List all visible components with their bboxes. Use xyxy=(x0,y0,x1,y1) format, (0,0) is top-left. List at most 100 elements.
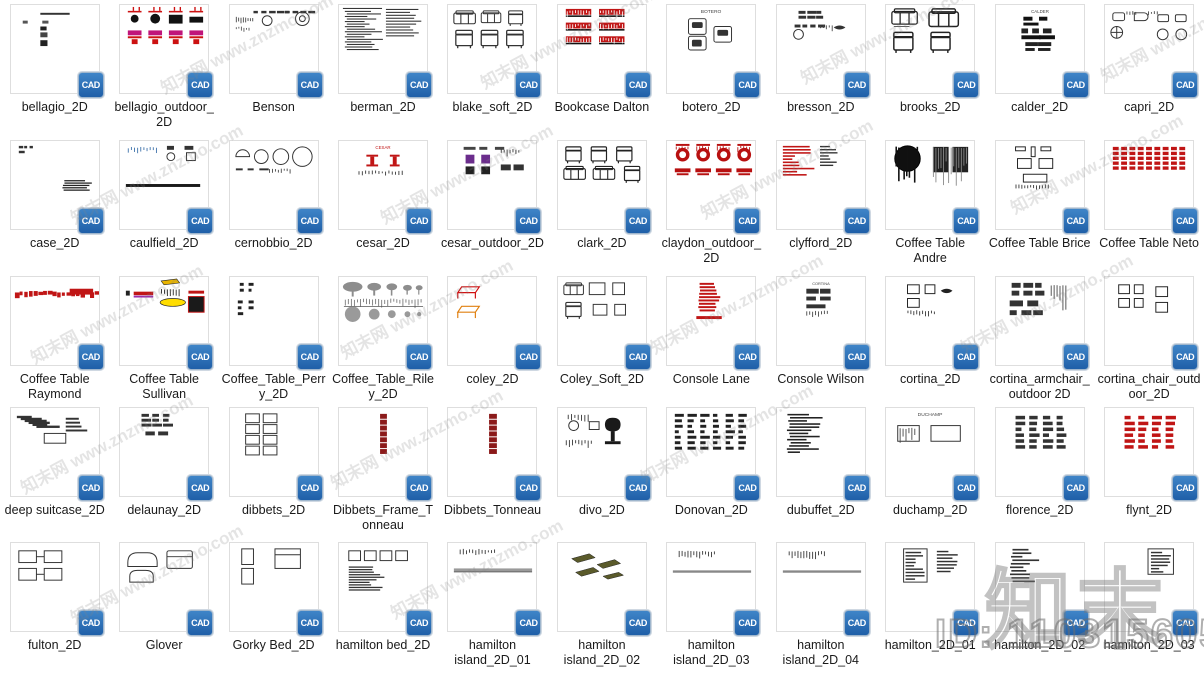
file-thumbnail[interactable]: CAD xyxy=(885,4,980,98)
file-thumbnail[interactable]: CAD xyxy=(447,276,542,370)
file-thumbnail[interactable]: CAD xyxy=(1104,407,1199,501)
file-thumbnail[interactable]: CAD xyxy=(556,140,651,234)
file-thumbnail[interactable]: DUCHAMP CAD xyxy=(885,407,980,501)
file-thumbnail[interactable]: CAD xyxy=(775,140,870,234)
file-item[interactable]: CALDER CAD calder_2D xyxy=(985,0,1094,136)
file-thumbnail[interactable]: CAD xyxy=(338,276,433,370)
file-item[interactable]: CAD cortina_chair_outdoor_2D xyxy=(1094,272,1203,403)
file-item[interactable]: CAD Coffee Table Brice xyxy=(985,136,1094,272)
file-item[interactable]: CAD coley_2D xyxy=(438,272,547,403)
file-item[interactable]: CORTINA CAD Console Wilson xyxy=(766,272,875,403)
file-item[interactable]: CAD Benson xyxy=(219,0,328,136)
file-item[interactable]: CAD brooks_2D xyxy=(876,0,985,136)
file-thumbnail[interactable]: CAD xyxy=(556,407,651,501)
file-item[interactable]: CAD dibbets_2D xyxy=(219,403,328,538)
file-thumbnail[interactable]: CAD xyxy=(338,4,433,98)
file-item[interactable]: CAD bresson_2D xyxy=(766,0,875,136)
file-item[interactable]: CAD Coffee Table Andre xyxy=(876,136,985,272)
file-item[interactable]: CAD Gorky Bed_2D xyxy=(219,538,328,675)
file-thumbnail[interactable]: CAD xyxy=(228,140,323,234)
file-thumbnail[interactable]: CAD xyxy=(666,542,761,636)
file-item[interactable]: CAD Coley_Soft_2D xyxy=(547,272,656,403)
file-thumbnail[interactable]: CAD xyxy=(1104,140,1199,234)
file-thumbnail[interactable]: CAD xyxy=(994,140,1089,234)
file-thumbnail[interactable]: CAD xyxy=(228,407,323,501)
file-item[interactable]: CAD Bookcase Dalton xyxy=(547,0,656,136)
file-item[interactable]: CAD cesar_outdoor_2D xyxy=(438,136,547,272)
file-item[interactable]: CAD Coffee Table Raymond xyxy=(0,272,109,403)
file-thumbnail[interactable]: CAD xyxy=(228,4,323,98)
file-item[interactable]: CAD hamilton_2D_02 xyxy=(985,538,1094,675)
file-item[interactable]: CAD Coffee_Table_Perry_2D xyxy=(219,272,328,403)
file-thumbnail[interactable]: CAD xyxy=(228,542,323,636)
file-thumbnail[interactable]: CALDER CAD xyxy=(994,4,1089,98)
file-thumbnail[interactable]: CAD xyxy=(885,542,980,636)
file-thumbnail[interactable]: CAD xyxy=(9,4,104,98)
file-thumbnail[interactable]: CAD xyxy=(666,407,761,501)
file-item[interactable]: CAD capri_2D xyxy=(1094,0,1203,136)
file-thumbnail[interactable]: CAD xyxy=(447,407,542,501)
file-item[interactable]: CAD dubuffet_2D xyxy=(766,403,875,538)
file-item[interactable]: CAD blake_soft_2D xyxy=(438,0,547,136)
file-item[interactable]: CAD Dibbets_Frame_Tonneau xyxy=(328,403,437,538)
file-item[interactable]: CAD Coffee Table Neto xyxy=(1094,136,1203,272)
file-thumbnail[interactable]: CORTINA CAD xyxy=(775,276,870,370)
file-thumbnail[interactable]: CAD xyxy=(775,542,870,636)
file-item[interactable]: CAD bellagio_2D xyxy=(0,0,109,136)
file-item[interactable]: CAD florence_2D xyxy=(985,403,1094,538)
file-item[interactable]: CAD caulfield_2D xyxy=(109,136,218,272)
file-item[interactable]: CAD cortina_armchair_outdoor 2D xyxy=(985,272,1094,403)
file-thumbnail[interactable]: CAD xyxy=(1104,542,1199,636)
file-thumbnail[interactable]: CAD xyxy=(1104,4,1199,98)
file-item[interactable]: CAD fulton_2D xyxy=(0,538,109,675)
file-thumbnail[interactable]: CAD xyxy=(666,140,761,234)
file-thumbnail[interactable]: CAD xyxy=(119,4,214,98)
file-item[interactable]: CAD hamilton bed_2D xyxy=(328,538,437,675)
file-item[interactable]: DUCHAMP CAD duchamp_2D xyxy=(876,403,985,538)
file-thumbnail[interactable]: CESAR CAD xyxy=(338,140,433,234)
file-item[interactable]: CAD Coffee Table Sullivan xyxy=(109,272,218,403)
file-thumbnail[interactable]: CAD xyxy=(994,276,1089,370)
file-item[interactable]: CAD claydon_outdoor_2D xyxy=(657,136,766,272)
file-item[interactable]: CAD hamilton island_2D_02 xyxy=(547,538,656,675)
file-item[interactable]: CESAR CAD cesar_2D xyxy=(328,136,437,272)
file-item[interactable]: CAD Coffee_Table_Riley_2D xyxy=(328,272,437,403)
file-thumbnail[interactable]: CAD xyxy=(119,276,214,370)
file-thumbnail[interactable]: CAD xyxy=(338,542,433,636)
file-item[interactable]: CAD hamilton_2D_01 xyxy=(876,538,985,675)
file-item[interactable]: CAD divo_2D xyxy=(547,403,656,538)
file-thumbnail[interactable]: CAD xyxy=(447,140,542,234)
file-item[interactable]: CAD hamilton island_2D_03 xyxy=(657,538,766,675)
file-thumbnail[interactable]: CAD xyxy=(9,140,104,234)
file-item[interactable]: CAD Glover xyxy=(109,538,218,675)
file-item[interactable]: BOTERO CAD botero_2D xyxy=(657,0,766,136)
file-thumbnail[interactable]: CAD xyxy=(119,407,214,501)
file-item[interactable]: CAD hamilton island_2D_01 xyxy=(438,538,547,675)
file-thumbnail[interactable]: CAD xyxy=(666,276,761,370)
file-thumbnail[interactable]: CAD xyxy=(119,542,214,636)
file-thumbnail[interactable]: CAD xyxy=(9,542,104,636)
file-thumbnail[interactable]: CAD xyxy=(556,276,651,370)
file-item[interactable]: CAD clark_2D xyxy=(547,136,656,272)
file-thumbnail[interactable]: BOTERO CAD xyxy=(666,4,761,98)
file-thumbnail[interactable]: CAD xyxy=(885,276,980,370)
file-item[interactable]: CAD clyfford_2D xyxy=(766,136,875,272)
file-thumbnail[interactable]: CAD xyxy=(228,276,323,370)
file-thumbnail[interactable]: CAD xyxy=(885,140,980,234)
file-thumbnail[interactable]: CAD xyxy=(775,407,870,501)
file-item[interactable]: CAD flynt_2D xyxy=(1094,403,1203,538)
file-item[interactable]: CAD Donovan_2D xyxy=(657,403,766,538)
file-thumbnail[interactable]: CAD xyxy=(9,407,104,501)
file-item[interactable]: CAD cernobbio_2D xyxy=(219,136,328,272)
file-thumbnail[interactable]: CAD xyxy=(556,542,651,636)
file-item[interactable]: CAD case_2D xyxy=(0,136,109,272)
file-item[interactable]: CAD cortina_2D xyxy=(876,272,985,403)
file-item[interactable]: CAD Console Lane xyxy=(657,272,766,403)
file-item[interactable]: CAD Dibbets_Tonneau xyxy=(438,403,547,538)
file-thumbnail[interactable]: CAD xyxy=(556,4,651,98)
file-item[interactable]: CAD hamilton island_2D_04 xyxy=(766,538,875,675)
file-item[interactable]: CAD bellagio_outdoor_2D xyxy=(109,0,218,136)
file-thumbnail[interactable]: CAD xyxy=(775,4,870,98)
file-thumbnail[interactable]: CAD xyxy=(447,542,542,636)
file-thumbnail[interactable]: CAD xyxy=(1104,276,1199,370)
